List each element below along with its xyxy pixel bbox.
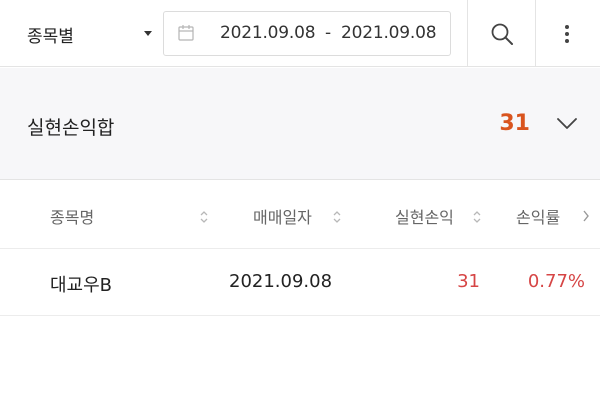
column-header-name[interactable]: 종목명	[50, 204, 94, 228]
search-icon	[491, 23, 513, 45]
filter-bar: 종목별 2021.09.08 - 2021.09.08	[0, 0, 600, 67]
date-end: 2021.09.08	[341, 23, 437, 43]
date-range-input[interactable]: 2021.09.08 - 2021.09.08	[163, 11, 451, 56]
summary-value: 31	[499, 111, 530, 136]
more-vertical-icon	[565, 25, 569, 43]
sort-icon[interactable]	[333, 210, 341, 224]
more-options-button[interactable]	[535, 0, 600, 67]
sort-icon[interactable]	[200, 210, 208, 224]
calendar-icon	[178, 24, 194, 42]
category-select[interactable]: 종목별	[0, 0, 160, 67]
date-separator: -	[325, 23, 331, 43]
table-header: 종목명 매매일자 실현손익 손익률	[0, 181, 600, 249]
column-header-rate[interactable]: 손익률	[516, 204, 560, 228]
cell-rate: 0.77%	[527, 271, 585, 292]
search-button[interactable]	[467, 0, 535, 67]
table-row[interactable]: 대교우B 2021.09.08 31 0.77%	[0, 249, 600, 316]
sort-icon[interactable]	[473, 210, 481, 224]
cell-pnl: 31	[457, 271, 480, 292]
realized-pnl-summary[interactable]: 실현손익합 31	[0, 68, 600, 180]
chevron-right-icon[interactable]	[582, 209, 590, 223]
cell-name: 대교우B	[50, 275, 113, 296]
column-header-pnl[interactable]: 실현손익	[395, 204, 454, 228]
column-header-date[interactable]: 매매일자	[253, 204, 312, 228]
chevron-down-icon[interactable]	[556, 117, 578, 131]
summary-label: 실현손익합	[27, 117, 115, 139]
date-start: 2021.09.08	[220, 23, 316, 43]
category-select-label: 종목별	[27, 27, 74, 47]
cell-date: 2021.09.08	[229, 271, 333, 292]
dropdown-caret-icon	[144, 31, 152, 36]
